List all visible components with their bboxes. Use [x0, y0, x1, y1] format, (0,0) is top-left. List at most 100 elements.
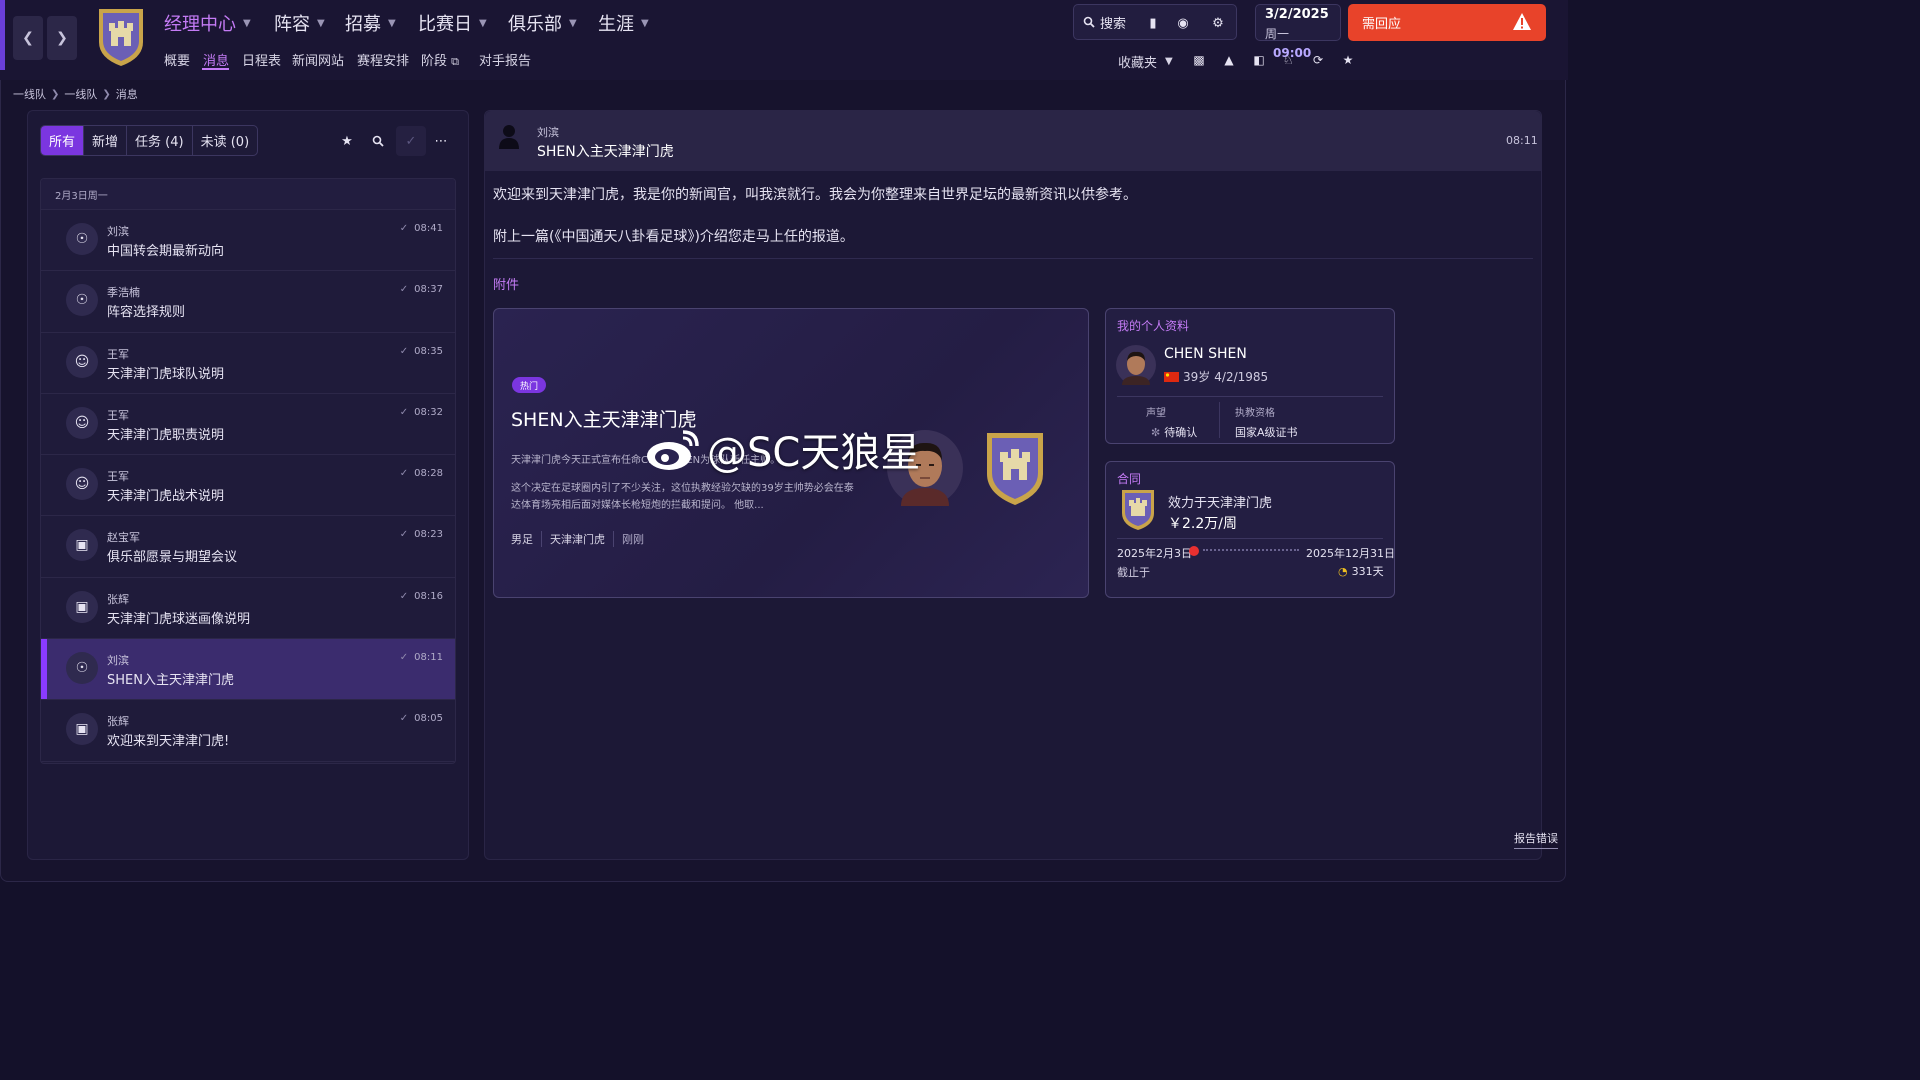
- settings-button[interactable]: ⚙: [1207, 12, 1229, 34]
- search-button[interactable]: 搜索: [1077, 10, 1132, 34]
- read-check-icon: ✓: [399, 590, 409, 602]
- message-row[interactable]: ☺ 王军 天津津门虎球队说明 ✓ 08:35: [41, 332, 455, 394]
- message-time: ✓ 08:05: [399, 713, 443, 725]
- news-tag[interactable]: 天津津门虎: [542, 531, 614, 547]
- report-error-link[interactable]: 报告错误: [1514, 830, 1558, 849]
- tab-opponent-report[interactable]: 对手报告: [479, 50, 531, 69]
- nav-matchday[interactable]: 比赛日 ▼: [418, 10, 487, 36]
- manager-name: CHEN SHEN: [1164, 346, 1247, 362]
- shirt-icon: ▲: [1224, 53, 1234, 67]
- ellipsis-icon: ⋯: [434, 133, 448, 149]
- divider: [1117, 396, 1383, 397]
- bookmark-button[interactable]: ▮: [1142, 12, 1164, 34]
- nav-career[interactable]: 生涯 ▼: [598, 10, 649, 36]
- club-crest-icon: [1122, 490, 1154, 530]
- bookmark-icon: ▮: [1149, 15, 1157, 31]
- forward-button[interactable]: ❯: [47, 16, 77, 60]
- favorites-dropdown[interactable]: 收藏夹 ▼: [1118, 52, 1173, 71]
- message-time: ✓ 08:37: [399, 284, 443, 296]
- search-icon: [1083, 16, 1095, 28]
- tab-news-site[interactable]: 新闻网站: [292, 50, 344, 69]
- message-time: ✓ 08:35: [399, 345, 443, 357]
- nav-manager-center[interactable]: 经理中心 ▼: [164, 10, 251, 36]
- message-row-selected[interactable]: ☉ 刘滨 SHEN入主天津津门虎 ✓ 08:11: [41, 639, 455, 701]
- message-subject: 阵容选择规则: [107, 305, 186, 321]
- message-row[interactable]: ☺ 王军 天津津门虎战术说明 ✓ 08:28: [41, 455, 455, 517]
- filter-tasks[interactable]: 任务 (4): [127, 126, 193, 155]
- nav-recruitment[interactable]: 招募 ▼: [345, 10, 396, 36]
- current-date: 3/2/2025: [1265, 7, 1329, 22]
- tab-fixtures[interactable]: 赛程安排: [357, 50, 409, 69]
- filter-unread[interactable]: 未读 (0): [193, 126, 258, 155]
- nav-squad[interactable]: 阵容 ▼: [274, 10, 325, 36]
- chevron-down-icon: ▼: [243, 17, 251, 29]
- more-options-button[interactable]: ⋯: [430, 130, 452, 152]
- club-crest-icon: [987, 433, 1043, 505]
- club-crest-icon[interactable]: [96, 6, 146, 68]
- search-icon: [372, 135, 384, 147]
- nav-club[interactable]: 俱乐部 ▼: [508, 10, 577, 36]
- tab-calendar[interactable]: 日程表: [242, 50, 281, 69]
- message-row[interactable]: ☺ 王军 天津津门虎职责说明 ✓ 08:32: [41, 393, 455, 456]
- staff-group-icon: ☺: [66, 345, 98, 378]
- external-link-icon: ⧉: [451, 55, 460, 68]
- tab-stage[interactable]: 阶段 ⧉: [421, 50, 459, 69]
- message-row[interactable]: ▣ 张辉 天津津门虎球迷画像说明 ✓ 08:16: [41, 577, 455, 640]
- contract-start-date: 2025年2月3日: [1117, 547, 1192, 560]
- message-sender: 张辉: [107, 592, 129, 606]
- news-tag[interactable]: 男足: [511, 531, 542, 547]
- news-tag: 刚刚: [622, 533, 644, 546]
- press-officer-icon: ☉: [66, 652, 98, 685]
- message-sender: 王军: [107, 470, 129, 484]
- message-row[interactable]: ☉ 季浩楠 阵容选择规则 ✓ 08:37: [41, 271, 455, 333]
- contract-club: 效力于天津津门虎: [1168, 496, 1273, 511]
- back-button[interactable]: ❮: [13, 16, 43, 60]
- message-row[interactable]: ☉ 刘滨 中国转会期最新动向 ✓ 08:41: [41, 210, 455, 272]
- filter-all[interactable]: 所有: [41, 126, 85, 155]
- filter-new[interactable]: 新增: [84, 126, 128, 155]
- chat-shortcut[interactable]: ▩: [1189, 51, 1209, 69]
- breadcrumb-first-team-2[interactable]: 一线队: [64, 86, 97, 102]
- mark-read-button[interactable]: ✓: [396, 126, 426, 156]
- tab-inbox[interactable]: 消息: [203, 50, 229, 69]
- world-button[interactable]: ◉: [1172, 12, 1194, 34]
- message-subject: 天津津门虎职责说明: [107, 427, 225, 443]
- tactics-shortcut[interactable]: ◧: [1249, 51, 1269, 69]
- warning-icon: [1513, 13, 1531, 30]
- coaching-license-value: 国家A级证书: [1235, 426, 1298, 439]
- message-row[interactable]: ▣ 赵宝军 俱乐部愿景与期望会议 ✓ 08:23: [41, 516, 455, 578]
- starred-button[interactable]: ★: [336, 130, 358, 152]
- message-sender-name[interactable]: 刘滨: [537, 124, 559, 140]
- chat-bubble-icon: ▩: [1193, 53, 1205, 67]
- message-time: ✓ 08:23: [399, 529, 443, 541]
- chevron-down-icon: ▼: [388, 17, 396, 29]
- message-row[interactable]: ▣ 张辉 欢迎来到天津津门虎! ✓ 08:05: [41, 700, 455, 762]
- reputation-value: ✼ 待确认: [1151, 425, 1198, 440]
- globe-icon: ◉: [1177, 15, 1189, 31]
- refresh-shortcut[interactable]: ⟳: [1308, 51, 1328, 69]
- trophy-shortcut[interactable]: ★: [1338, 51, 1358, 69]
- inbox-search-button[interactable]: [367, 130, 389, 152]
- message-time: ✓ 08:41: [399, 223, 443, 234]
- message-list: 2月3日周一 ☉ 刘滨 中国转会期最新动向 ✓ 08:41 ☉ 季浩楠 阵容选择规…: [40, 178, 456, 764]
- briefcase-icon: ▣: [66, 529, 98, 562]
- current-weekday: 周一: [1265, 27, 1290, 41]
- chevron-down-icon: ▼: [641, 17, 649, 29]
- read-check-icon: ✓: [399, 345, 409, 357]
- staff-shortcut[interactable]: ♘: [1278, 51, 1298, 69]
- kit-shortcut[interactable]: ▲: [1219, 51, 1239, 69]
- date-group-header: 2月3日周一: [41, 179, 455, 210]
- divider: [1219, 402, 1220, 438]
- date-widget[interactable]: 3/2/2025 周一09:00: [1255, 4, 1341, 60]
- continue-respond-button[interactable]: 需回应: [1348, 4, 1546, 41]
- weibo-logo-icon: [647, 430, 699, 470]
- message-time: ✓ 08:32: [399, 406, 443, 418]
- news-tags: 男足 天津津门虎 刚刚: [511, 531, 652, 547]
- message-sender: 季浩楠: [107, 286, 140, 300]
- loading-spinner-icon: ✼: [1151, 425, 1161, 439]
- staff-group-icon: ☺: [66, 468, 98, 501]
- contract-days-remaining: ◔ 331天: [1338, 564, 1384, 579]
- tab-overview[interactable]: 概要: [164, 50, 190, 69]
- message-sender: 刘滨: [107, 654, 129, 668]
- breadcrumb-first-team[interactable]: 一线队: [13, 86, 46, 102]
